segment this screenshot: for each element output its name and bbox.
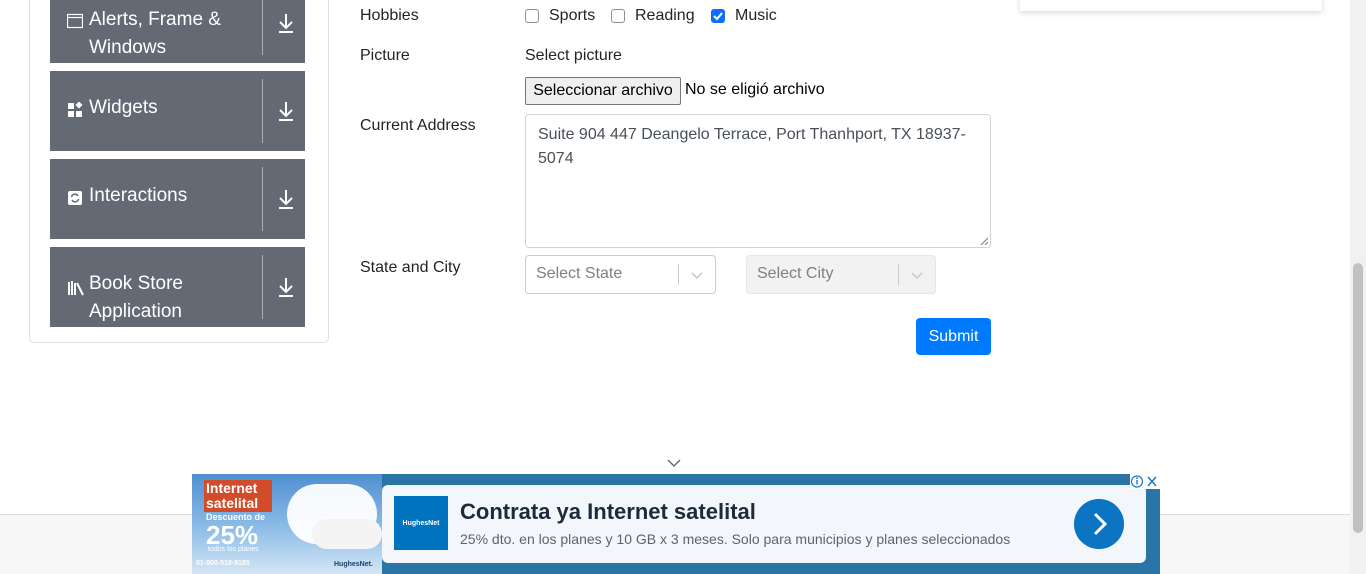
divider xyxy=(262,255,263,319)
ad-image-brand: HughesNet. xyxy=(334,561,373,568)
download-icon[interactable] xyxy=(276,100,296,122)
ad-banner[interactable]: Internet satelital Descuento de 25% todo… xyxy=(192,474,1160,574)
ad-logo: HughesNet xyxy=(394,496,448,550)
ad-description: 25% dto. en los planes y 10 GB x 3 meses… xyxy=(460,531,1011,547)
city-select[interactable]: Select City xyxy=(746,255,936,294)
ad-controls xyxy=(1130,474,1160,489)
divider xyxy=(262,167,263,231)
sidebar-group-widgets[interactable]: Widgets xyxy=(50,71,305,151)
divider xyxy=(262,79,263,143)
state-city-label: State and City xyxy=(360,259,461,276)
scrollbar[interactable] xyxy=(1350,0,1366,574)
choose-file-button[interactable]: Seleccionar archivo xyxy=(525,77,681,105)
chevron-down-icon[interactable] xyxy=(666,458,682,468)
sidebar-group-book-store[interactable]: Book Store Application xyxy=(50,247,305,327)
interactions-icon xyxy=(68,191,82,205)
ad-info-close-icons[interactable] xyxy=(1130,474,1160,489)
widgets-icon xyxy=(68,102,83,117)
download-icon[interactable] xyxy=(276,276,296,298)
ad-image[interactable]: Internet satelital Descuento de 25% todo… xyxy=(192,474,382,574)
download-icon[interactable] xyxy=(276,188,296,210)
current-address-label: Current Address xyxy=(360,117,476,134)
ad-title[interactable]: Contrata ya Internet satelital xyxy=(460,499,756,525)
ad-image-small: todos los planes xyxy=(208,546,259,553)
divider xyxy=(678,264,679,285)
cloud-graphic xyxy=(312,519,382,549)
resize-grip-icon[interactable] xyxy=(980,237,988,245)
ad-placeholder xyxy=(1020,0,1322,11)
divider xyxy=(262,0,263,55)
download-icon[interactable] xyxy=(276,12,296,34)
divider xyxy=(898,264,899,285)
picture-hint: Select picture xyxy=(525,47,622,64)
checkbox-box[interactable] xyxy=(611,9,625,23)
checkmark-icon xyxy=(713,12,723,21)
checkbox-label: Reading xyxy=(635,7,695,24)
hobby-music-checkbox[interactable]: Music xyxy=(711,6,777,26)
picture-label: Picture xyxy=(360,47,410,64)
ad-card[interactable]: HughesNet Contrata ya Internet satelital… xyxy=(382,485,1146,563)
ad-arrow-button[interactable] xyxy=(1074,499,1124,549)
state-placeholder: Select State xyxy=(536,265,623,282)
checkbox-box[interactable] xyxy=(711,9,725,23)
ad-image-phone: 01-800-518-9185 xyxy=(196,560,250,567)
sidebar-group-interactions[interactable]: Interactions xyxy=(50,159,305,239)
sidebar-group-label: Interactions xyxy=(89,185,188,206)
state-select[interactable]: Select State xyxy=(525,255,716,294)
sidebar-group-label: Alerts, Frame & Windows xyxy=(89,9,221,58)
current-address-value: Suite 904 447 Deangelo Terrace, Port Tha… xyxy=(538,126,966,167)
scrollbar-thumb[interactable] xyxy=(1353,263,1363,533)
file-status: No se eligió archivo xyxy=(685,81,825,98)
hobby-sports-checkbox[interactable]: Sports xyxy=(525,6,595,26)
sidebar-group-label: Book Store Application xyxy=(89,273,183,322)
sidebar-group-label: Widgets xyxy=(89,97,158,118)
city-placeholder: Select City xyxy=(757,265,834,282)
chevron-down-icon[interactable] xyxy=(689,267,705,283)
sidebar-group-alerts-frame-windows[interactable]: Alerts, Frame & Windows xyxy=(50,0,305,63)
books-icon xyxy=(68,281,84,296)
chevron-down-icon[interactable] xyxy=(909,267,925,283)
submit-button[interactable]: Submit xyxy=(916,318,991,355)
checkbox-label: Sports xyxy=(549,7,596,24)
window-icon xyxy=(67,13,83,29)
current-address-textarea[interactable]: Suite 904 447 Deangelo Terrace, Port Tha… xyxy=(525,114,991,248)
checkbox-label: Music xyxy=(735,7,777,24)
ad-image-title: Internet satelital xyxy=(204,480,272,512)
hobby-reading-checkbox[interactable]: Reading xyxy=(611,6,695,26)
checkbox-box[interactable] xyxy=(525,9,539,23)
hobbies-label: Hobbies xyxy=(360,7,419,24)
